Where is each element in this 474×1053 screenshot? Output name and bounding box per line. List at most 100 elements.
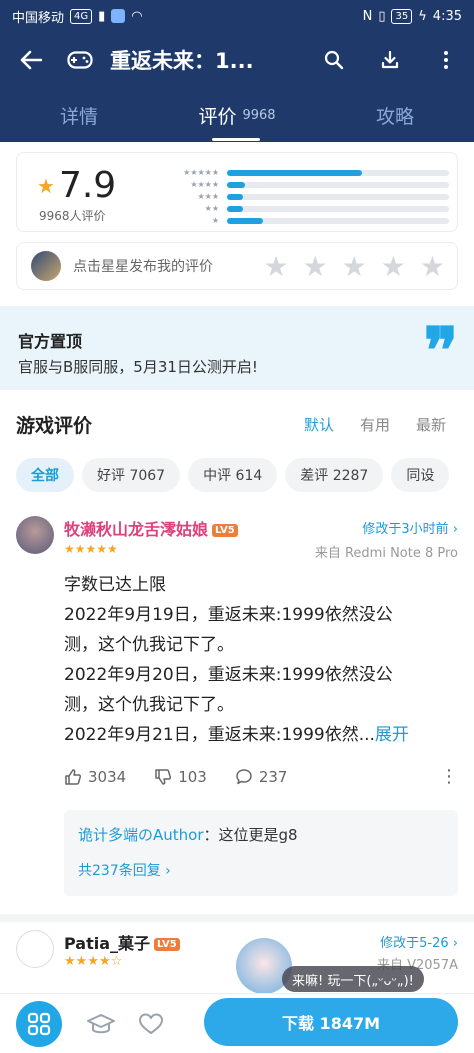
star-icon: ★ xyxy=(37,173,55,198)
reply-preview[interactable]: 诡计多端のAuthor：这位更是g8 共237条回复 › xyxy=(64,810,458,896)
level-badge: LV5 xyxy=(212,524,238,537)
filter-chips: 全部 好评 7067 中评 614 差评 2287 同设 xyxy=(16,458,450,492)
like-count: 3034 xyxy=(88,767,127,786)
row-stars: ★★★ xyxy=(197,191,219,201)
official-pinned-notice[interactable]: 官方置顶 官服与B服同服，5月31日公测开启! ❞ xyxy=(0,306,474,390)
tab-count: 9968 xyxy=(242,107,276,123)
reply-count: 共237条回复 xyxy=(78,863,161,879)
page-title: 重返未来：1... xyxy=(110,49,254,73)
tab-indicator xyxy=(212,138,260,141)
distribution-row-1: ★ xyxy=(157,215,449,226)
tab-bar: 详情 评价 9968 攻略 xyxy=(0,88,474,142)
filter-same-device[interactable]: 同设 xyxy=(391,458,450,492)
comment-icon xyxy=(236,768,252,784)
rate-star-2[interactable]: ★ xyxy=(303,250,328,283)
rate-prompt[interactable]: 点击星星发布我的评价 ★ ★ ★ ★ ★ xyxy=(16,242,458,290)
distribution-row-5: ★★★★★ xyxy=(157,167,449,178)
comment-button[interactable]: 237 xyxy=(235,767,288,786)
reply-text: ：这位更是g8 xyxy=(203,826,298,844)
sort-latest[interactable]: 最新 xyxy=(416,414,446,435)
rate-stars: ★ ★ ★ ★ ★ xyxy=(263,250,445,283)
modified-label: 修改于3小时前 xyxy=(362,522,449,537)
vibrate-icon: ▯ xyxy=(378,8,386,24)
sort-options: 默认 有用 最新 xyxy=(304,414,446,435)
app-bar: 重返未来：1... xyxy=(0,32,474,88)
more-menu-icon[interactable] xyxy=(418,50,474,70)
heart-icon[interactable] xyxy=(126,1012,176,1036)
review-line: 2022年9月20日，重返未来:1999依然没公 xyxy=(64,665,393,685)
bar-fill xyxy=(227,217,263,224)
expand-link[interactable]: 展开 xyxy=(375,725,409,745)
dislike-button[interactable]: 103 xyxy=(154,768,207,786)
grid-menu-icon[interactable] xyxy=(16,1000,62,1047)
thumbs-up-icon xyxy=(65,768,82,785)
distribution-bar xyxy=(227,169,449,176)
rating-count: 9968人评价 xyxy=(39,209,106,223)
reply-count-link[interactable]: 共237条回复 › xyxy=(78,860,171,880)
comment-count: 237 xyxy=(258,767,288,786)
download-button[interactable]: 下载 1847M xyxy=(204,998,458,1046)
distribution-row-3: ★★★ xyxy=(157,191,449,202)
sort-useful[interactable]: 有用 xyxy=(360,414,390,435)
app-notification-icon xyxy=(111,9,126,23)
rate-prompt-text: 点击星星发布我的评价 xyxy=(73,259,213,275)
row-stars: ★★★★★ xyxy=(183,167,219,177)
review-author[interactable]: Patia_菓子 LV5 xyxy=(64,930,180,954)
review-body[interactable]: 字数已达上限 2022年9月19日，重返未来:1999依然没公 测，这个仇我记下… xyxy=(64,570,458,750)
rating-summary: ★ 7.9 9968人评价 ★★★★★ ★★★★ ★★★ ★★ ★ xyxy=(16,152,458,232)
status-bar: 中国移动 4G ▮ ◠ N ▯ 35 ϟ 4:35 xyxy=(0,0,474,32)
avatar[interactable] xyxy=(16,930,54,968)
download-manager-icon[interactable] xyxy=(362,50,418,70)
distribution-bar xyxy=(227,217,449,224)
rate-star-4[interactable]: ★ xyxy=(381,250,406,283)
bar-fill xyxy=(227,193,243,200)
review-line: 2022年9月21日，重返未来:1999依然... xyxy=(64,725,375,745)
avatar xyxy=(31,251,61,281)
review-more-icon[interactable]: ⋮ xyxy=(440,766,458,787)
reply-author[interactable]: 诡计多端のAuthor xyxy=(78,826,204,844)
rate-star-5[interactable]: ★ xyxy=(420,250,445,283)
distribution-bar xyxy=(227,193,449,200)
search-icon[interactable] xyxy=(306,50,362,70)
mascot-speech-bubble[interactable]: 来嘛! 玩一下(„ᵕᴗᵕ„)! xyxy=(282,966,424,992)
review-line: 测，这个仇我记下了。 xyxy=(64,635,234,655)
review-line: 测，这个仇我记下了。 xyxy=(64,695,234,715)
sort-default[interactable]: 默认 xyxy=(304,414,334,435)
review-stars: ★★★★☆ xyxy=(64,954,123,969)
distribution-row-2: ★★ xyxy=(157,203,449,214)
filter-positive[interactable]: 好评 7067 xyxy=(82,458,181,492)
network-badge: 4G xyxy=(70,8,93,24)
modified-time[interactable]: 修改于5-26 › xyxy=(380,932,458,951)
filter-negative[interactable]: 差评 2287 xyxy=(285,458,384,492)
tab-label: 攻略 xyxy=(375,105,414,128)
carrier-label: 中国移动 xyxy=(12,10,65,26)
divider xyxy=(0,914,474,922)
avatar[interactable] xyxy=(16,516,54,554)
back-arrow-icon[interactable] xyxy=(0,50,62,70)
rate-star-3[interactable]: ★ xyxy=(342,250,367,283)
filter-neutral[interactable]: 中评 614 xyxy=(188,458,278,492)
author-name: 牧濑秋山龙舌澪姑娘 xyxy=(64,520,209,539)
signal-icon: ▮ xyxy=(98,8,106,24)
tab-guides[interactable]: 攻略 xyxy=(316,88,474,142)
rate-star-1[interactable]: ★ xyxy=(263,250,288,283)
tab-details[interactable]: 详情 xyxy=(0,88,158,142)
tab-label: 评价 xyxy=(198,105,237,128)
filter-all[interactable]: 全部 xyxy=(16,458,74,492)
modified-time[interactable]: 修改于3小时前 › xyxy=(362,518,458,537)
pinned-body: 官服与B服同服，5月31日公测开启! xyxy=(18,358,258,376)
section-title: 游戏评价 xyxy=(16,414,93,437)
review-line: 字数已达上限 xyxy=(64,575,166,595)
device-label: 来自 Redmi Note 8 Pro xyxy=(314,546,458,561)
modified-label: 修改于5-26 xyxy=(380,936,449,951)
clock: 4:35 xyxy=(432,8,462,24)
graduation-cap-icon[interactable] xyxy=(76,1012,126,1036)
score-value: 7.9 xyxy=(58,165,117,206)
review-line: 2022年9月19日，重返未来:1999依然没公 xyxy=(64,605,393,625)
tab-reviews[interactable]: 评价 9968 xyxy=(158,88,316,142)
dislike-count: 103 xyxy=(178,767,207,786)
wifi-icon: ◠ xyxy=(131,8,143,24)
review-author[interactable]: 牧濑秋山龙舌澪姑娘 LV5 xyxy=(64,516,238,540)
row-stars: ★★ xyxy=(204,203,219,213)
like-button[interactable]: 3034 xyxy=(64,768,126,786)
